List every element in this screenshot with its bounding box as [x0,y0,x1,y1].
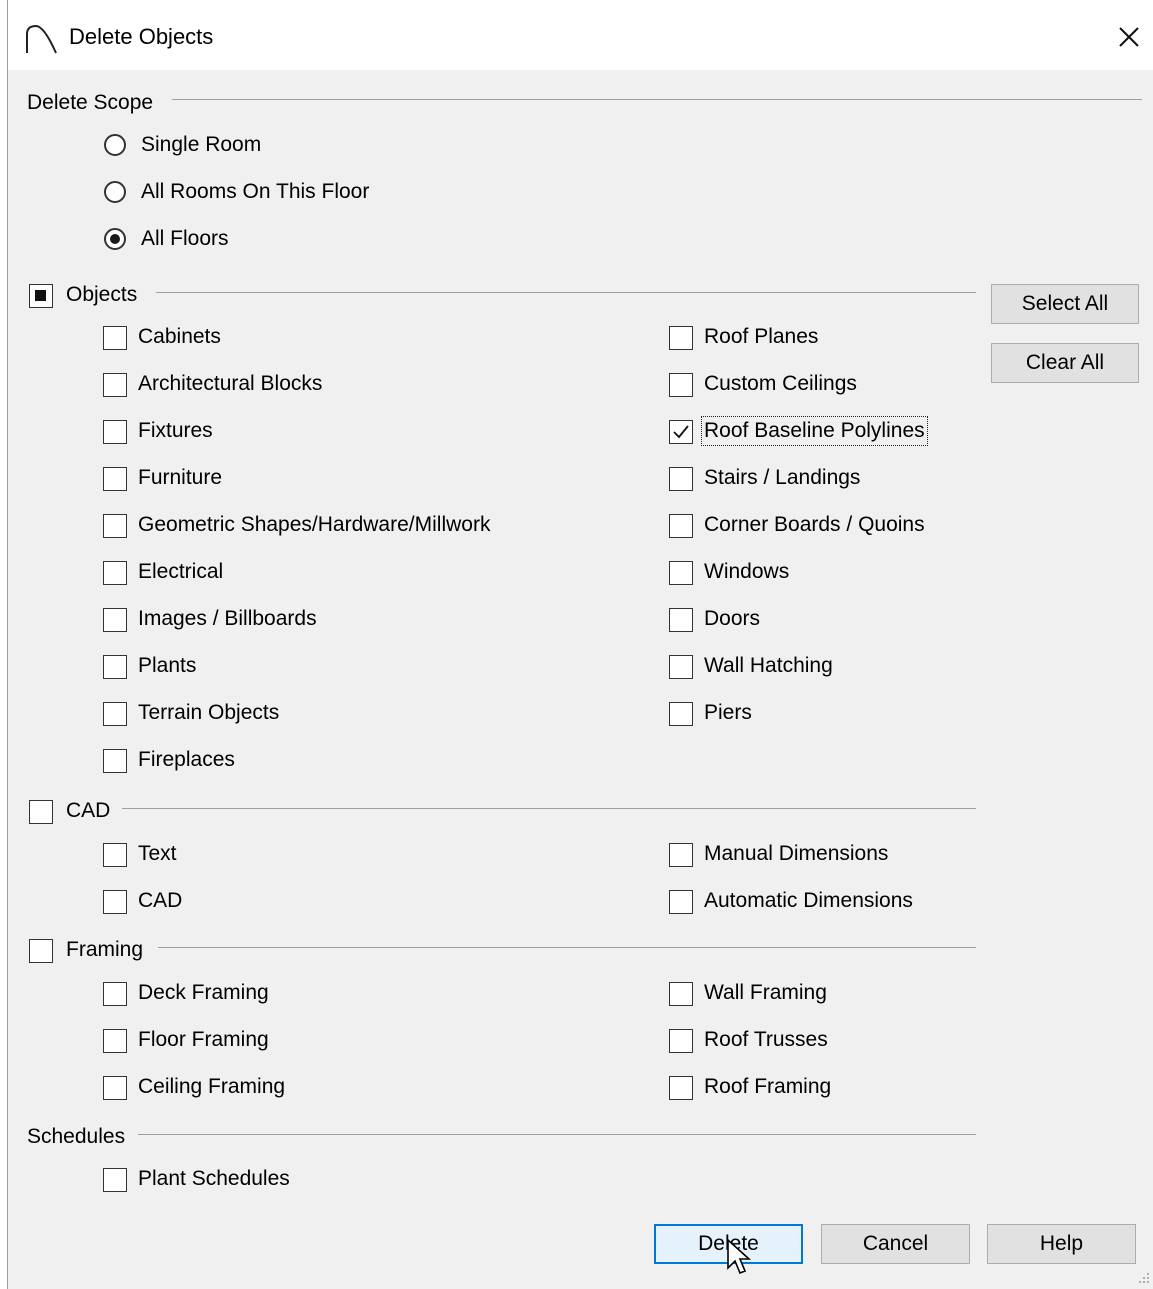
objects-checkbox-wall-hatching[interactable] [669,655,693,679]
objects-group-label: Objects [66,283,138,306]
objects-label-windows[interactable]: Windows [704,560,789,584]
window-title: Delete Objects [69,24,214,49]
objects-checkbox-roof-planes[interactable] [669,326,693,350]
objects-checkbox-plants[interactable] [103,655,127,679]
framing-checkbox-roof-trusses[interactable] [669,1029,693,1053]
objects-checkbox-electrical[interactable] [103,561,127,585]
framing-group-checkbox[interactable] [29,939,53,963]
framing-label-floor-framing[interactable]: Floor Framing [138,1028,269,1052]
framing-group-label: Framing [66,938,144,961]
framing-checkbox-floor-framing[interactable] [103,1029,127,1053]
objects-checkbox-custom-ceilings[interactable] [669,373,693,397]
schedules-divider [138,1134,976,1135]
cad-checkbox-manual-dimensions[interactable] [669,843,693,867]
cad-divider [122,808,976,809]
objects-label-geometric-shapes-hardware-millwork[interactable]: Geometric Shapes/Hardware/Millwork [138,513,490,537]
framing-checkbox-ceiling-framing[interactable] [103,1076,127,1100]
objects-label-doors[interactable]: Doors [704,607,760,631]
objects-label-fixtures[interactable]: Fixtures [138,419,213,443]
help-button[interactable]: Help [987,1224,1136,1264]
radio-all-rooms-on-this-floor[interactable] [104,181,126,203]
framing-label-roof-trusses[interactable]: Roof Trusses [704,1028,828,1052]
objects-checkbox-images-billboards[interactable] [103,608,127,632]
objects-label-stairs-landings[interactable]: Stairs / Landings [704,466,860,490]
objects-label-corner-boards-quoins[interactable]: Corner Boards / Quoins [704,513,925,537]
delete-objects-dialog: Delete Objects Delete Scope Single Room A… [7,0,1153,1289]
framing-label-deck-framing[interactable]: Deck Framing [138,981,269,1005]
objects-checkbox-cabinets[interactable] [103,326,127,350]
objects-label-plants[interactable]: Plants [138,654,196,678]
title-bar: Delete Objects [8,0,1153,70]
framing-checkbox-roof-framing[interactable] [669,1076,693,1100]
schedules-group-label: Schedules [27,1125,126,1148]
objects-label-terrain-objects[interactable]: Terrain Objects [138,701,279,725]
close-icon[interactable] [1112,20,1146,54]
delete-scope-label: Delete Scope [27,91,154,114]
objects-checkbox-doors[interactable] [669,608,693,632]
cad-label-manual-dimensions[interactable]: Manual Dimensions [704,842,888,866]
schedules-checkbox-plant-schedules[interactable] [103,1168,127,1192]
cad-checkbox-text[interactable] [103,843,127,867]
objects-group-checkbox[interactable] [29,284,53,308]
cad-checkbox-cad[interactable] [103,890,127,914]
objects-label-piers[interactable]: Piers [704,701,752,725]
framing-divider [158,947,976,948]
objects-label-wall-hatching[interactable]: Wall Hatching [704,654,833,678]
objects-checkbox-windows[interactable] [669,561,693,585]
objects-checkbox-corner-boards-quoins[interactable] [669,514,693,538]
cad-label-text[interactable]: Text [138,842,177,866]
objects-divider [156,292,976,293]
radio-label-all-floors[interactable]: All Floors [141,227,229,251]
objects-label-cabinets[interactable]: Cabinets [138,325,221,349]
framing-label-wall-framing[interactable]: Wall Framing [704,981,827,1005]
framing-label-ceiling-framing[interactable]: Ceiling Framing [138,1075,285,1099]
checkmark-icon [673,425,689,439]
objects-checkbox-piers[interactable] [669,702,693,726]
objects-checkbox-geometric-shapes-hardware-millwork[interactable] [103,514,127,538]
radio-selected-dot [110,234,120,244]
resize-grip-icon[interactable] [1136,1271,1150,1285]
cad-label-automatic-dimensions[interactable]: Automatic Dimensions [704,889,913,913]
objects-checkbox-stairs-landings[interactable] [669,467,693,491]
radio-all-floors[interactable] [104,228,126,250]
objects-checkbox-furniture[interactable] [103,467,127,491]
framing-label-roof-framing[interactable]: Roof Framing [704,1075,831,1099]
mouse-cursor-icon [727,1238,752,1275]
radio-label-single-room[interactable]: Single Room [141,133,261,157]
cancel-button[interactable]: Cancel [821,1224,970,1264]
cad-checkbox-automatic-dimensions[interactable] [669,890,693,914]
objects-label-furniture[interactable]: Furniture [138,466,222,490]
radio-single-room[interactable] [104,134,126,156]
cad-group-label: CAD [66,799,111,822]
objects-checkbox-fixtures[interactable] [103,420,127,444]
objects-label-electrical[interactable]: Electrical [138,560,223,584]
clear-all-button[interactable]: Clear All [991,343,1139,383]
objects-label-roof-baseline-polylines[interactable]: Roof Baseline Polylines [701,416,928,446]
objects-label-custom-ceilings[interactable]: Custom Ceilings [704,372,857,396]
objects-checkbox-fireplaces[interactable] [103,749,127,773]
framing-checkbox-deck-framing[interactable] [103,982,127,1006]
objects-checkbox-roof-baseline-polylines[interactable] [669,420,693,444]
objects-label-images-billboards[interactable]: Images / Billboards [138,607,317,631]
objects-label-roof-planes[interactable]: Roof Planes [704,325,818,349]
select-all-button[interactable]: Select All [991,284,1139,324]
delete-scope-divider [172,99,1142,100]
objects-label-fireplaces[interactable]: Fireplaces [138,748,235,772]
radio-label-all-rooms-on-this-floor[interactable]: All Rooms On This Floor [141,180,369,204]
objects-label-architectural-blocks[interactable]: Architectural Blocks [138,372,322,396]
cad-group-checkbox[interactable] [29,800,53,824]
cad-label-cad[interactable]: CAD [138,889,182,913]
arch-app-icon [26,24,57,54]
framing-checkbox-wall-framing[interactable] [669,982,693,1006]
objects-checkbox-terrain-objects[interactable] [103,702,127,726]
schedules-label-plant-schedules[interactable]: Plant Schedules [138,1167,290,1191]
objects-checkbox-architectural-blocks[interactable] [103,373,127,397]
